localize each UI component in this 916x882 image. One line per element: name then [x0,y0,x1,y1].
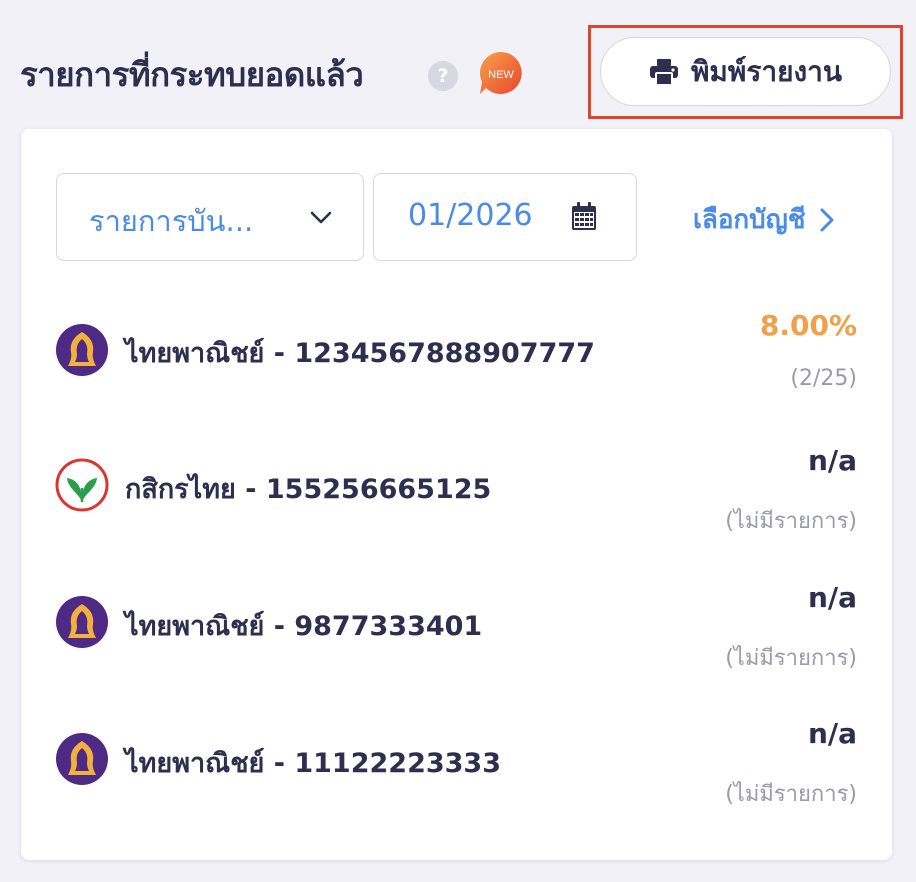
account-name: กสิกรไทย - 155256665125 [125,474,492,505]
reconciled-list-card: รายการบัน... 01/2026 เลือกบัญชี ไทยพาณิช… [21,129,892,860]
account-status: (ไม่มีรายการ) [725,509,857,534]
account-name: ไทยพาณิชย์ - 9877333401 [125,611,483,642]
chevron-down-icon [310,211,332,224]
page-header: รายการที่กระทบยอดแล้ว ? NEW พิมพ์รายงาน [0,0,916,128]
select-account-label: เลือกบัญชี [693,205,806,235]
month-value: 01/2026 [408,198,533,233]
scb-logo-icon [56,596,108,648]
account-status: (ไม่มีรายการ) [725,782,857,807]
printer-icon [649,58,678,86]
account-percent: 8.00% [759,309,857,342]
kbank-logo-icon [55,458,109,512]
calendar-icon [572,202,596,230]
account-name: ไทยพาณิชย์ - 1234567888907777 [125,338,595,369]
print-report-button[interactable]: พิมพ์รายงาน [600,37,891,106]
new-badge: NEW [479,51,522,94]
account-value: n/a [807,444,857,477]
scb-logo-icon [56,324,108,376]
account-name: ไทยพาณิชย์ - 11122223333 [125,748,502,779]
account-row[interactable]: ไทยพาณิชย์ - 11122223333 n/a (ไม่มีรายกา… [21,709,892,829]
print-button-label: พิมพ์รายงาน [690,54,843,88]
account-value: n/a [807,717,857,750]
new-badge-label: NEW [488,69,514,81]
transaction-type-value: รายการบัน... [89,204,254,238]
transaction-type-select[interactable]: รายการบัน... [56,173,364,261]
chevron-right-icon [820,208,834,231]
month-picker[interactable]: 01/2026 [373,173,637,261]
select-account-link[interactable]: เลือกบัญชี [693,199,835,240]
help-icon[interactable]: ? [428,61,458,91]
account-row[interactable]: ไทยพาณิชย์ - 1234567888907777 8.00% (2/2… [21,299,892,419]
account-value: n/a [807,581,857,614]
account-row[interactable]: ไทยพาณิชย์ - 9877333401 n/a (ไม่มีรายการ… [21,573,892,693]
account-row[interactable]: กสิกรไทย - 155256665125 n/a (ไม่มีรายการ… [21,436,892,556]
page-title: รายการที่กระทบยอดแล้ว [20,55,364,94]
account-status: (ไม่มีรายการ) [725,646,857,671]
scb-logo-icon [56,733,108,785]
account-count: (2/25) [790,366,857,391]
